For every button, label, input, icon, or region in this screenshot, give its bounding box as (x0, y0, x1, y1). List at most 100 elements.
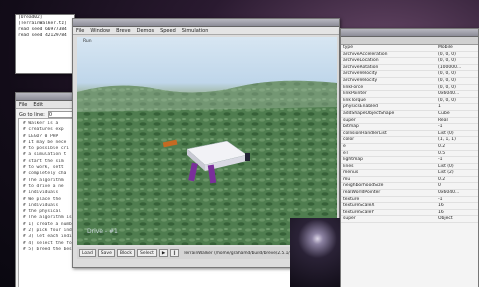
property-value: 0x6040... (438, 190, 460, 196)
property-key: archiveLocation (343, 58, 379, 64)
select-button[interactable]: Select (137, 249, 157, 257)
property-row[interactable]: super Object (341, 216, 478, 224)
property-row[interactable]: linkTorque (0, 0, 0) (341, 98, 478, 105)
menu-breve[interactable]: Breve (116, 28, 131, 34)
property-value: Object (438, 216, 453, 222)
property-value: (0, 0, 0) (438, 77, 456, 83)
property-key: neighborhoodSize (343, 183, 384, 189)
property-row[interactable]: archiveVelocity (0, 0, 0) (341, 71, 478, 78)
property-value: 0.5 (438, 150, 446, 156)
header-name[interactable] (341, 37, 436, 44)
property-row[interactable]: textureScaleY 16 (341, 210, 478, 217)
desktop-background-image (290, 218, 340, 287)
property-value: (1, 1, 1) (438, 137, 456, 143)
object-inspector-window: type Mobile archiveAcceleration (0, 0, 0) ar… (340, 28, 479, 287)
property-key: bitmap (343, 124, 359, 130)
menu-demos[interactable]: Demos (137, 28, 154, 34)
menu-edit[interactable]: Edit (33, 102, 43, 108)
property-row[interactable]: mu 0.2 (341, 177, 478, 184)
sim-titlebar[interactable] (73, 19, 339, 27)
property-value: Cube (438, 110, 450, 116)
play-icon[interactable]: ▶ (158, 249, 169, 257)
property-row[interactable]: archiveLocation (0, 0, 0) (341, 58, 478, 65)
property-key: e (343, 143, 346, 149)
property-row[interactable]: realWorldPointer 0x6040... (341, 190, 478, 197)
property-key: lightmap (343, 157, 363, 163)
menu-file[interactable]: File (76, 28, 84, 34)
property-key: lines (343, 163, 354, 169)
property-value: -1 (438, 157, 443, 163)
property-row[interactable]: e 0.2 (341, 144, 478, 151)
viewport-hud: Run (83, 39, 92, 44)
property-row[interactable]: super Real (341, 118, 478, 125)
pause-icon[interactable]: ‖ (170, 249, 179, 257)
log-lines: [Uread02] [TerrainWalker.tz] read seed 6… (16, 15, 74, 39)
property-value: (0, 0, 0) (438, 84, 456, 90)
property-value: Real (438, 117, 448, 123)
property-key: type (343, 45, 354, 50)
property-row[interactable]: linkForce (0, 0, 0) (341, 85, 478, 92)
property-row[interactable]: lines List (0) (341, 164, 478, 171)
property-key: textureScaleX (343, 203, 375, 209)
property-key: linkPointer (343, 91, 367, 97)
property-key: super (343, 117, 356, 123)
goto-label: Go to line: (19, 111, 45, 118)
property-value: -1 (438, 124, 443, 130)
property-key: archiveVelocity (343, 71, 378, 77)
property-row[interactable]: lightmap -1 (341, 157, 478, 164)
3d-viewport[interactable]: Run Drive - #1 (77, 37, 337, 245)
property-value: Mobile (438, 45, 453, 50)
log-window: [Uread02] [TerrainWalker.tz] read seed 6… (15, 14, 75, 74)
menu-file[interactable]: File (19, 102, 27, 108)
menu-simulation[interactable]: Simulation (182, 28, 209, 34)
property-row[interactable]: physicsEnabled 1 (341, 104, 478, 111)
walker-leg-dark (245, 153, 250, 161)
property-key: realWorldPointer (343, 190, 381, 196)
property-row[interactable]: texture -1 (341, 197, 478, 204)
property-row[interactable]: collisionHandlerList List (0) (341, 131, 478, 138)
save-button[interactable]: Save (97, 249, 115, 257)
property-row[interactable]: type Mobile (341, 45, 478, 52)
terrain-haze (77, 80, 337, 112)
property-value: 16 (438, 209, 444, 215)
menu-speed[interactable]: Speed (160, 28, 176, 34)
menu-window[interactable]: Window (90, 28, 110, 34)
property-key: super (343, 216, 356, 222)
property-row[interactable]: archiveAcceleration (0, 0, 0) (341, 52, 478, 59)
property-row[interactable]: archiveRotation (100000... (341, 65, 478, 72)
load-button[interactable]: Load (79, 249, 96, 257)
property-key: linkTorque (343, 97, 366, 103)
property-row[interactable]: bitmap -1 (341, 124, 478, 131)
property-row[interactable]: archiveVelocity (0, 0, 0) (341, 78, 478, 85)
property-value: List (0) (438, 163, 454, 169)
drive-label: Drive - #1 (87, 228, 118, 235)
log-line: read seed 42129784 (18, 33, 67, 38)
property-row[interactable]: linkPointer 0x6040... (341, 91, 478, 98)
property-key: addShapeObjectShape (343, 110, 395, 116)
property-row[interactable]: eT 0.5 (341, 151, 478, 158)
property-value: -1 (438, 196, 443, 202)
inspector-titlebar[interactable] (341, 29, 478, 37)
property-key: archiveRotation (343, 64, 379, 70)
header-value[interactable] (436, 37, 438, 44)
property-key: linkForce (343, 84, 364, 90)
property-value: 16 (438, 203, 444, 209)
property-value: (100000... (438, 64, 462, 70)
property-row[interactable]: menus List (2) (341, 170, 478, 177)
property-value: (0, 0, 0) (438, 71, 456, 77)
property-row[interactable]: neighborhoodSize 0 (341, 183, 478, 191)
property-list: type Mobile archiveAcceleration (0, 0, 0) ar… (341, 45, 478, 224)
property-row[interactable]: addShapeObjectShape Cube (341, 111, 478, 118)
property-value: 0x6040... (438, 91, 460, 97)
property-key: archiveVelocity (343, 77, 378, 83)
property-row[interactable]: color (1, 1, 1) (341, 137, 478, 144)
property-value: 0.2 (438, 143, 446, 149)
property-value: (0, 0, 0) (438, 51, 456, 57)
property-value: 0.2 (438, 176, 446, 182)
terrain-scene (77, 80, 337, 245)
property-key: archiveAcceleration (343, 51, 388, 57)
block-button[interactable]: Block (116, 249, 136, 257)
property-row[interactable]: textureScaleX 16 (341, 203, 478, 210)
property-key: eT (343, 150, 349, 156)
property-key: textureScaleY (343, 209, 375, 215)
